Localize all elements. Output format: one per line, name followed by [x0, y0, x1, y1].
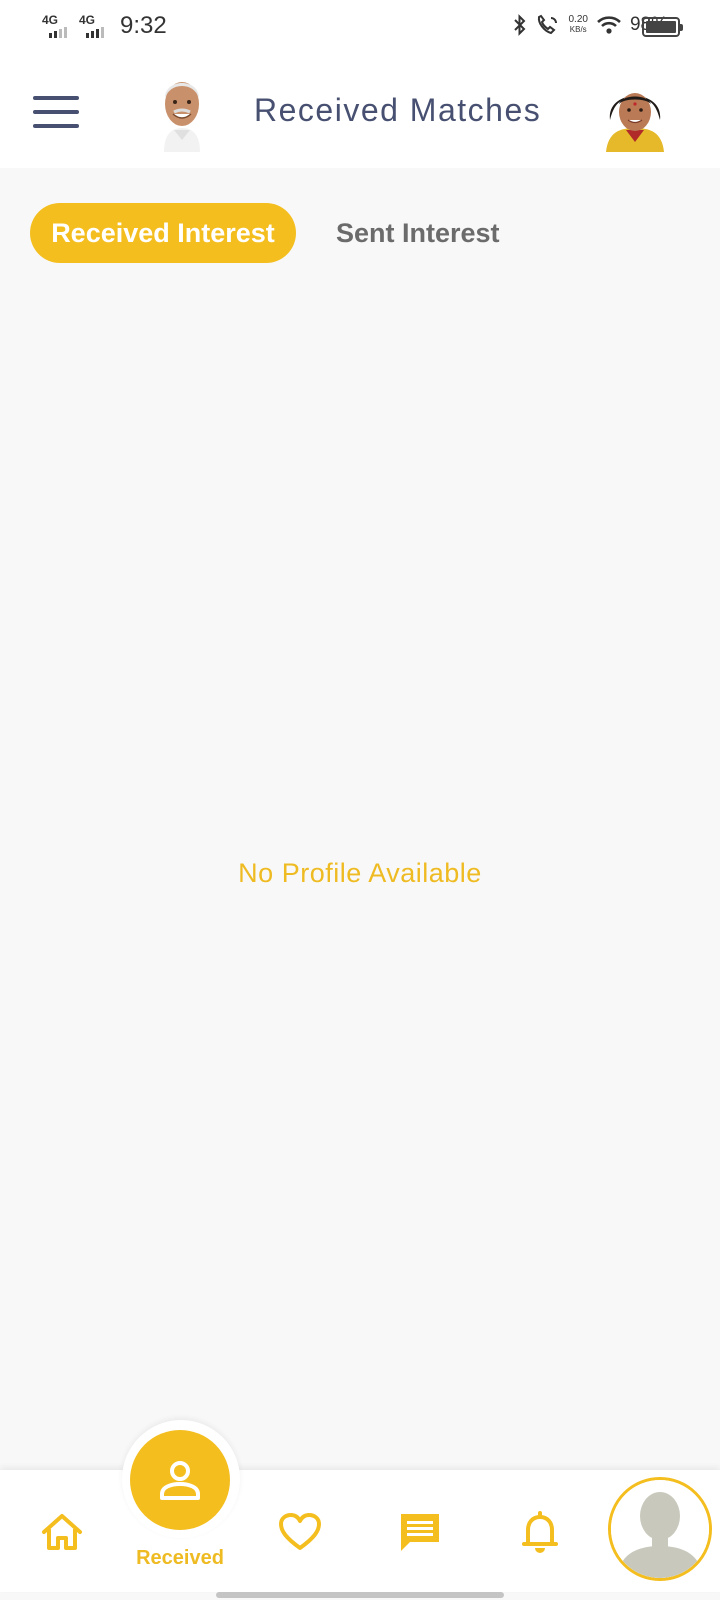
- network-speed-value: 0.20: [568, 14, 588, 25]
- wifi-icon: [597, 16, 621, 34]
- person-icon: [160, 1461, 200, 1500]
- tab-received-interest[interactable]: Received Interest: [30, 203, 296, 263]
- heart-icon: [279, 1513, 321, 1550]
- signal-strength-1-icon: [49, 27, 67, 38]
- network-speed: 0.20 KB/s: [569, 15, 588, 35]
- nav-favourites[interactable]: [272, 1504, 328, 1560]
- elder-man-avatar-icon: [152, 70, 212, 152]
- home-icon: [42, 1514, 82, 1550]
- status-bar: 4G 4G 9:32 0.20 KB/s 98%: [0, 0, 720, 56]
- network-type-1: 4G: [42, 13, 59, 27]
- nav-messages[interactable]: [392, 1504, 448, 1560]
- nav-profile[interactable]: [608, 1477, 712, 1581]
- page-title: Received Matches: [254, 92, 542, 128]
- empty-state-message: No Profile Available: [238, 858, 482, 888]
- signal-strength-2-icon: [86, 27, 104, 38]
- call-icon: [537, 14, 557, 35]
- woman-avatar-icon: [596, 74, 674, 152]
- hamburger-menu-icon[interactable]: [33, 96, 79, 128]
- clock: 9:32: [120, 12, 167, 39]
- nav-received-label: Received: [136, 1547, 224, 1569]
- app-header: Received Matches: [0, 56, 720, 168]
- tab-sent-interest[interactable]: Sent Interest: [336, 203, 500, 263]
- network-speed-unit: KB/s: [569, 25, 587, 34]
- profile-avatar-icon: [611, 1480, 709, 1578]
- chat-icon: [401, 1514, 439, 1551]
- bell-icon: [522, 1511, 558, 1553]
- battery-icon: [642, 17, 683, 37]
- nav-home[interactable]: [34, 1504, 90, 1560]
- nav-notifications[interactable]: [512, 1504, 568, 1560]
- bluetooth-icon: [513, 14, 525, 36]
- network-type-2: 4G: [79, 13, 96, 27]
- nav-received[interactable]: [130, 1430, 230, 1530]
- home-indicator[interactable]: [216, 1592, 504, 1598]
